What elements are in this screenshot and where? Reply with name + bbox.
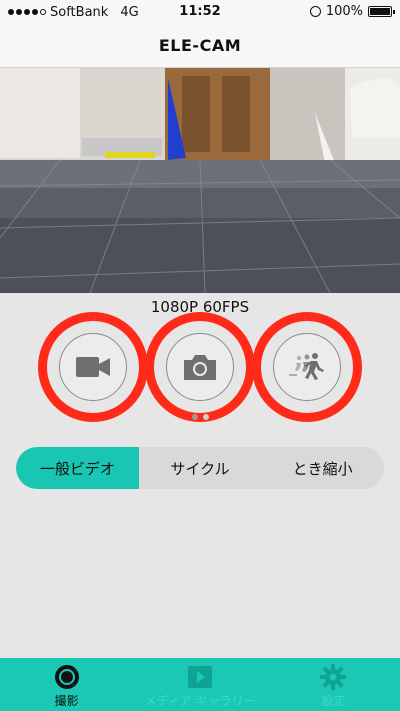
recording-mode-segmented-control: 一般ビデオ サイクル とき縮小	[16, 447, 384, 489]
segment-cycle[interactable]: サイクル	[139, 447, 262, 489]
page-dot	[202, 414, 209, 420]
segment-timelapse[interactable]: とき縮小	[261, 447, 384, 489]
timelapse-runner-icon	[289, 353, 324, 380]
video-camera-icon	[76, 357, 110, 377]
navigation-bar: ELE-CAM	[0, 24, 400, 68]
timelapse-mode-inner	[273, 333, 341, 401]
video-mode-button[interactable]	[38, 312, 148, 422]
camera-icon	[184, 355, 216, 380]
photo-mode-button[interactable]	[145, 312, 255, 422]
timelapse-mode-button[interactable]	[252, 312, 362, 422]
camera-lens-icon	[54, 664, 80, 690]
tab-capture[interactable]: 撮影	[0, 658, 133, 711]
tab-media-gallery[interactable]: メディア ギャラリー	[133, 658, 266, 711]
play-icon	[187, 664, 213, 690]
page-dot	[191, 414, 198, 420]
video-mode-inner	[59, 333, 127, 401]
page-indicator	[0, 414, 400, 420]
battery-percent: 100%	[325, 4, 363, 19]
app-title: ELE-CAM	[158, 36, 242, 55]
camera-preview	[0, 68, 400, 293]
status-bar: SoftBank 4G 11:52 100%	[0, 0, 400, 24]
tab-settings[interactable]: 設定	[267, 658, 400, 711]
tab-bar: 撮影 メディア ギャラリー 設定	[0, 658, 400, 711]
gear-icon	[320, 664, 347, 690]
battery-icon	[368, 6, 395, 17]
tab-capture-label: 撮影	[54, 694, 79, 708]
photo-mode-inner	[166, 333, 234, 401]
segment-normal-video[interactable]: 一般ビデオ	[16, 447, 139, 489]
rotation-lock-icon	[309, 6, 321, 17]
tab-settings-label: 設定	[321, 694, 346, 708]
tab-media-gallery-label: メディア ギャラリー	[144, 694, 256, 708]
